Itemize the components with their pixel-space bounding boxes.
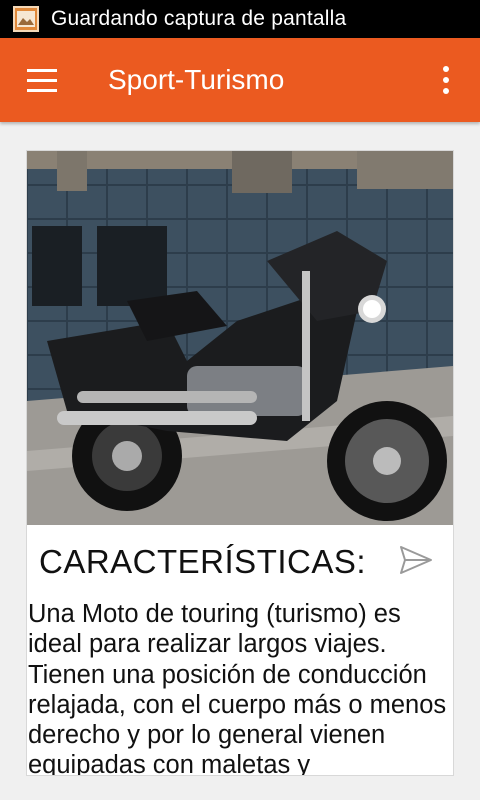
hamburger-menu-icon[interactable] <box>12 50 72 110</box>
send-icon[interactable] <box>399 544 435 576</box>
image-icon <box>13 6 39 32</box>
motorcycle-photo <box>27 151 453 525</box>
app-bar: Sport-Turismo <box>0 38 480 122</box>
section-heading: CARACTERÍSTICAS: <box>39 543 367 580</box>
description-text: Una Moto de touring (turismo) es ideal p… <box>28 600 447 776</box>
content-card: CARACTERÍSTICAS: Una Moto de touring (tu… <box>26 150 454 776</box>
app-title: Sport-Turismo <box>108 64 285 95</box>
status-notification-text: Guardando captura de pantalla <box>51 7 347 30</box>
status-bar: Guardando captura de pantalla <box>0 0 480 38</box>
more-vertical-icon[interactable] <box>426 58 466 102</box>
